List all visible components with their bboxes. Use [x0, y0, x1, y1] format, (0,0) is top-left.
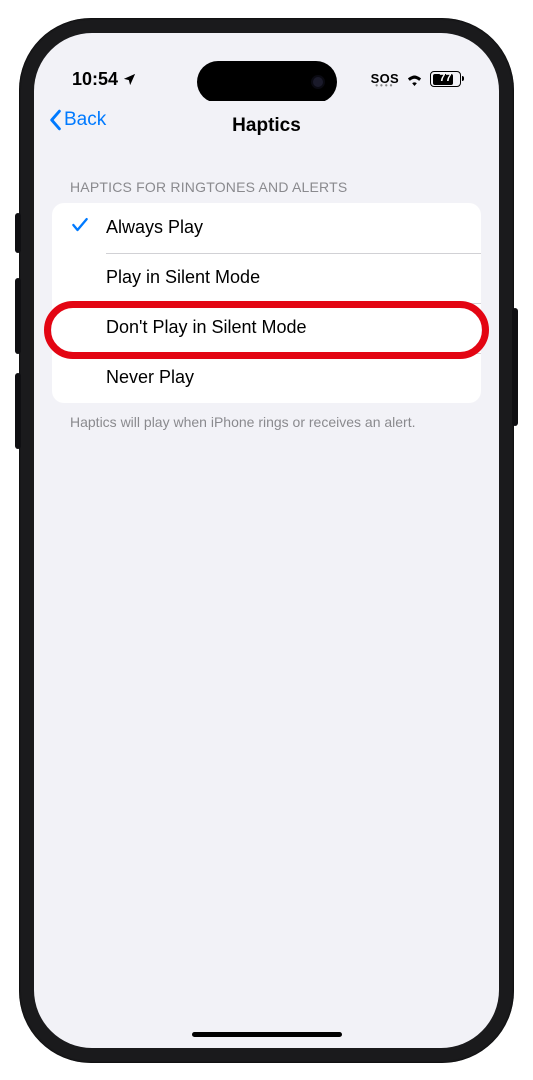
wifi-icon	[405, 72, 424, 86]
back-button[interactable]: Back	[48, 109, 106, 131]
option-play-silent[interactable]: Play in Silent Mode	[52, 253, 481, 303]
home-indicator[interactable]	[192, 1032, 342, 1037]
checkmark-icon	[70, 215, 90, 240]
option-label: Always Play	[106, 217, 203, 238]
section-header: HAPTICS FOR RINGTONES AND ALERTS	[52, 163, 481, 203]
option-label: Play in Silent Mode	[106, 267, 260, 288]
chevron-left-icon	[48, 109, 62, 131]
option-list: Always Play Play in Silent Mode Don't Pl…	[52, 203, 481, 403]
navigation-bar: Back Haptics	[34, 101, 499, 151]
back-label: Back	[64, 109, 106, 131]
dynamic-island	[197, 61, 337, 103]
status-time: 10:54	[72, 69, 118, 90]
option-dont-play-silent[interactable]: Don't Play in Silent Mode	[52, 303, 481, 353]
page-title: Haptics	[232, 115, 301, 137]
battery-percent-label: 77	[431, 72, 460, 84]
option-always-play[interactable]: Always Play	[52, 203, 481, 253]
option-label: Never Play	[106, 367, 194, 388]
option-label: Don't Play in Silent Mode	[106, 317, 307, 338]
section-footer: Haptics will play when iPhone rings or r…	[52, 403, 481, 433]
location-arrow-icon	[122, 72, 137, 87]
option-never-play[interactable]: Never Play	[52, 353, 481, 403]
sos-indicator: SOS ••••	[371, 71, 399, 88]
battery-indicator: 77	[430, 71, 461, 87]
